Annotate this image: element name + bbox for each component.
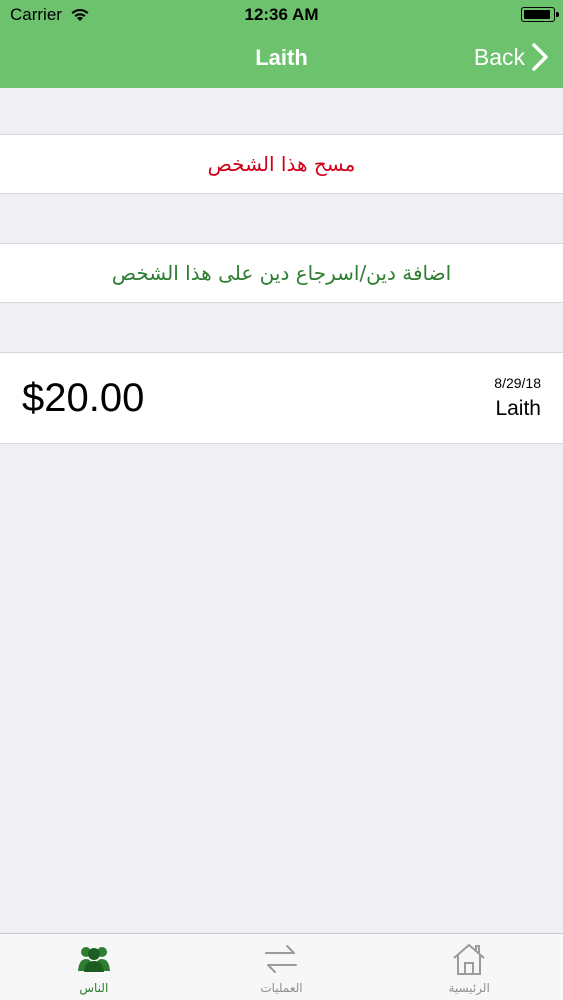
- back-button[interactable]: Back: [474, 42, 549, 72]
- delete-person-label: مسح هذا الشخص: [207, 152, 356, 176]
- tab-home[interactable]: الرئيسية: [399, 934, 539, 995]
- tab-operations-label: العمليات: [260, 981, 303, 995]
- tab-people[interactable]: الناس: [24, 934, 164, 995]
- tab-bar: الناس العمليات الرئيسية: [0, 933, 563, 1000]
- navigation-bar: Laith Back: [0, 30, 563, 88]
- record-meta: 8/29/18 Laith: [494, 375, 541, 421]
- people-icon: [77, 947, 110, 972]
- record-date: 8/29/18: [494, 375, 541, 391]
- home-icon: [453, 944, 485, 975]
- delete-person-button[interactable]: مسح هذا الشخص: [0, 134, 563, 194]
- add-debt-label: اضافة دين/اسرجاع دين على هذا الشخص: [111, 261, 452, 285]
- add-debt-button[interactable]: اضافة دين/اسرجاع دين على هذا الشخص: [0, 243, 563, 303]
- tab-home-label: الرئيسية: [448, 981, 490, 995]
- record-name: Laith: [495, 397, 541, 420]
- chevron-right-icon: [532, 43, 548, 71]
- status-time: 12:36 AM: [244, 5, 319, 24]
- transfer-arrows-icon: [265, 945, 298, 973]
- record-amount: $20.00: [22, 375, 145, 420]
- tab-people-label: الناس: [79, 981, 109, 995]
- back-button-label: Back: [473, 43, 525, 70]
- status-bar: Carrier 12:36 AM: [0, 0, 563, 30]
- debt-record-row[interactable]: $20.00 8/29/18 Laith: [0, 352, 563, 444]
- battery-icon: [521, 7, 559, 22]
- tab-operations[interactable]: العمليات: [211, 934, 351, 995]
